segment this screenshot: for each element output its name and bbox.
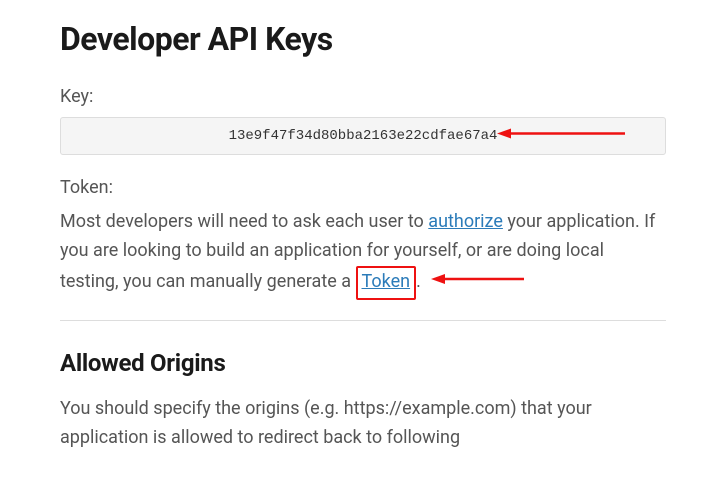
arrow-left-icon bbox=[431, 267, 526, 296]
token-description: Most developers will need to ask each us… bbox=[60, 208, 666, 300]
token-desc-part1: Most developers will need to ask each us… bbox=[60, 211, 428, 232]
token-label: Token: bbox=[60, 177, 666, 198]
page-title: Developer API Keys bbox=[60, 20, 666, 58]
api-key-box: 13e9f47f34d80bba2163e22cdfae67a4 bbox=[60, 117, 666, 155]
authorize-link[interactable]: authorize bbox=[428, 211, 503, 232]
origins-heading: Allowed Origins bbox=[60, 349, 666, 377]
section-divider bbox=[60, 320, 666, 321]
key-label: Key: bbox=[60, 86, 666, 107]
origins-description: You should specify the origins (e.g. htt… bbox=[60, 395, 666, 453]
token-link[interactable]: Token bbox=[362, 271, 411, 292]
token-desc-part3: . bbox=[416, 271, 421, 292]
api-key-value: 13e9f47f34d80bba2163e22cdfae67a4 bbox=[229, 128, 498, 144]
arrow-left-icon bbox=[497, 127, 627, 146]
token-link-highlight: Token bbox=[356, 266, 417, 301]
